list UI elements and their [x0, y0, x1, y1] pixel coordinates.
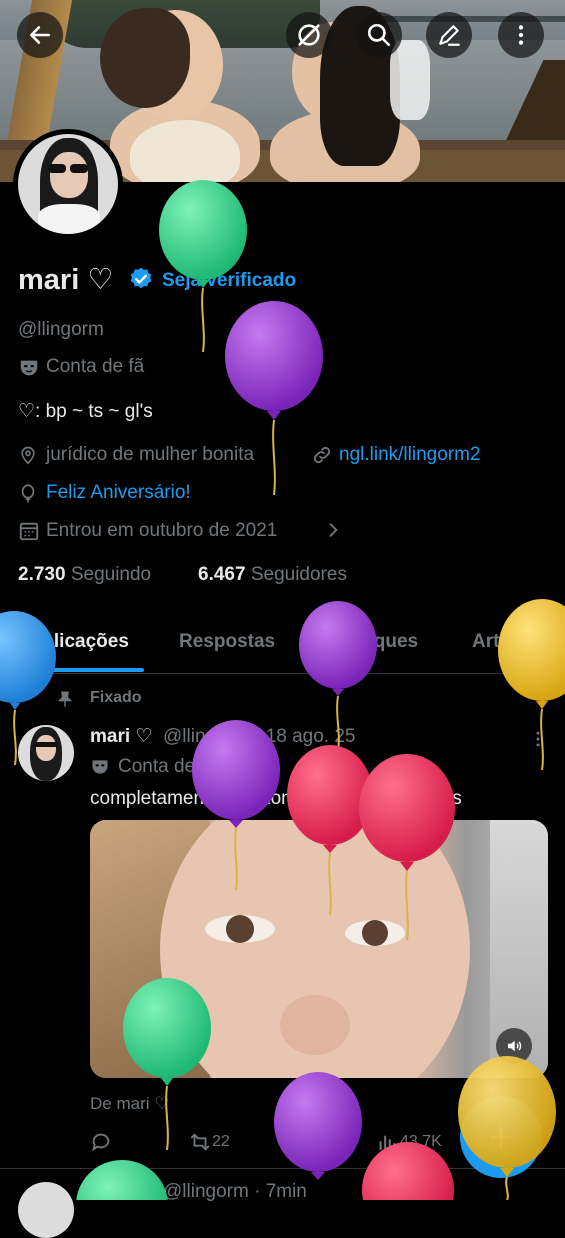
balloon-red	[362, 1142, 454, 1200]
birthday-balloons	[0, 180, 565, 1200]
balloon-green	[76, 1160, 168, 1200]
balloon-yellow	[498, 599, 565, 771]
balloon-yellow	[458, 1056, 556, 1200]
balloon-green	[123, 978, 211, 1151]
balloon-purple	[299, 601, 377, 751]
balloon-purple	[192, 720, 280, 891]
balloon-red	[359, 754, 455, 941]
balloon-purple	[274, 1072, 362, 1180]
balloon-red	[287, 745, 373, 916]
balloon-purple	[225, 301, 323, 496]
balloon-blue	[0, 611, 56, 766]
